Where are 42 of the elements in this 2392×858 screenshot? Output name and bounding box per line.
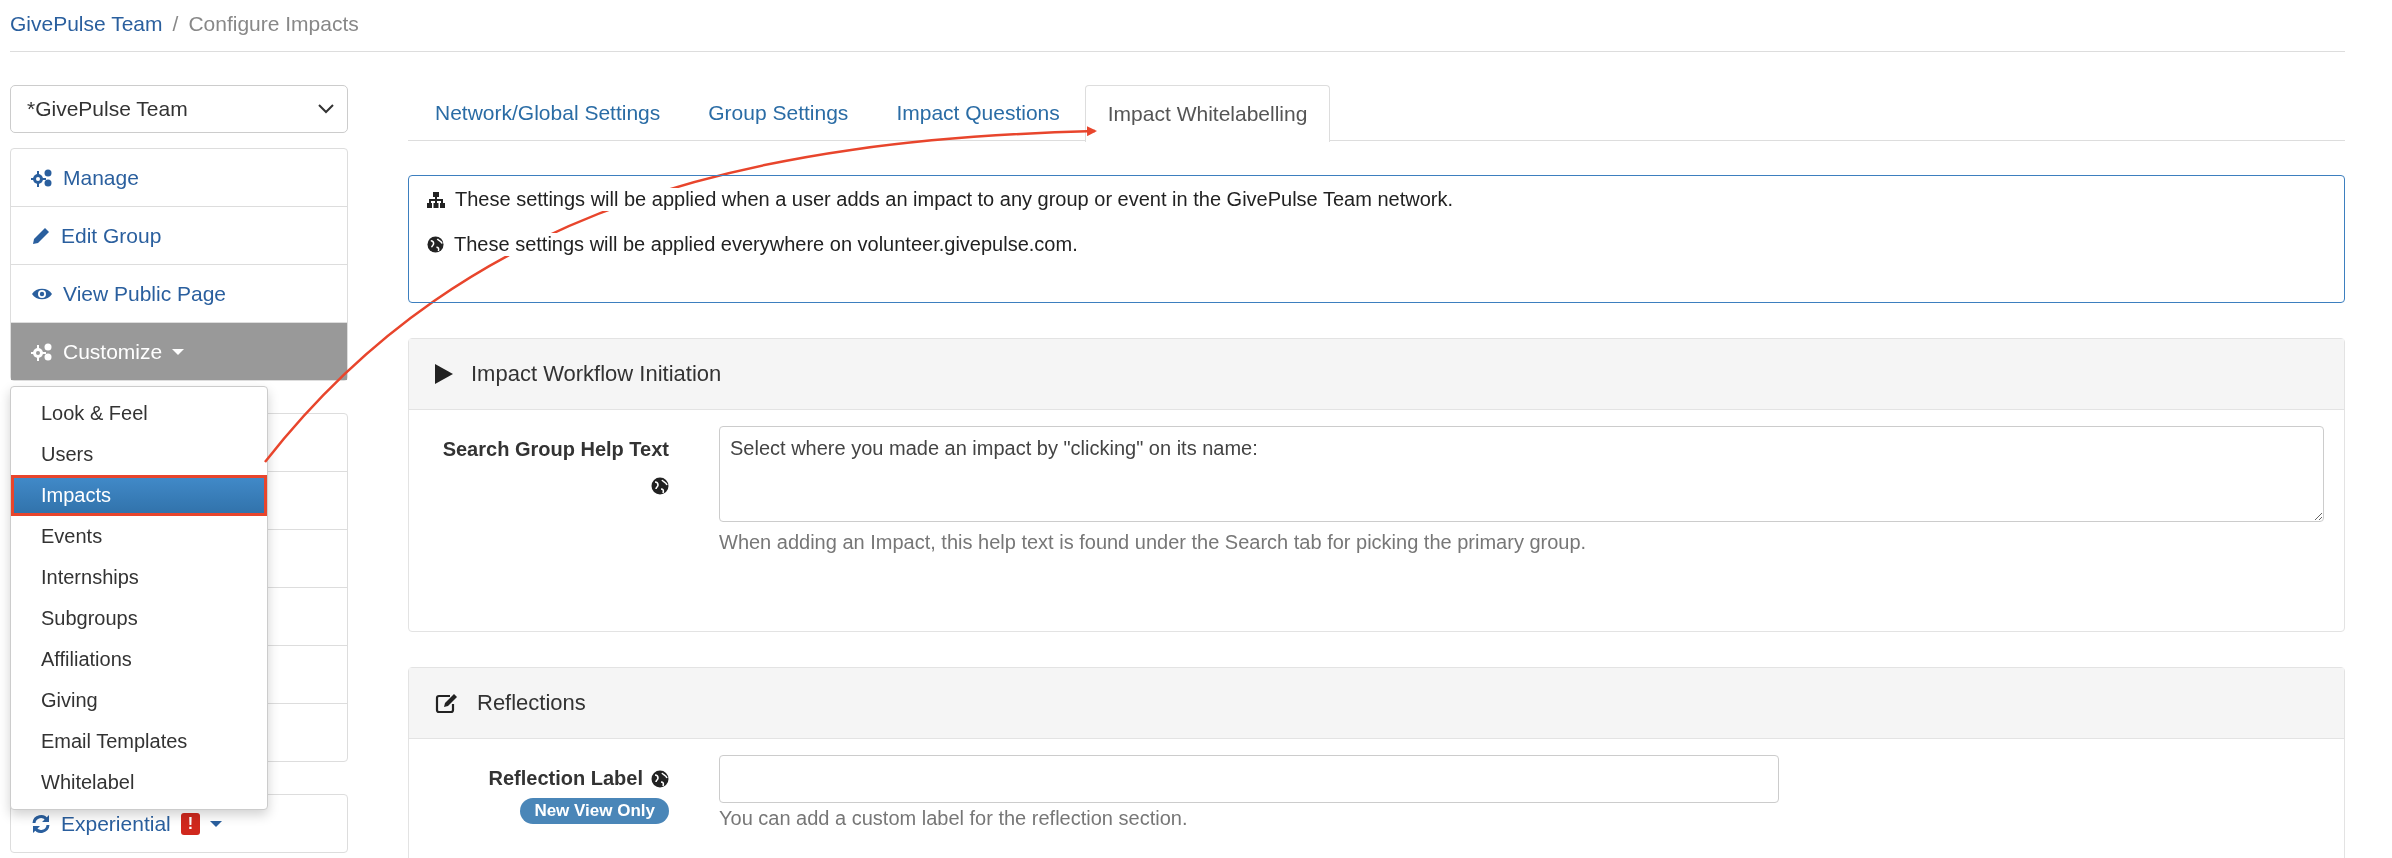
menu-item[interactable]: Events	[11, 516, 267, 557]
field-label: Reflection Label	[488, 767, 643, 790]
play-icon	[435, 364, 453, 384]
tab[interactable]: Impact Questions	[873, 85, 1083, 140]
breadcrumb-separator: /	[172, 11, 179, 36]
refresh-icon	[31, 813, 51, 834]
breadcrumb-current: Configure Impacts	[188, 11, 359, 36]
help-text-area[interactable]: Select where you made an impact by "clicking" on its name:	[719, 426, 2324, 522]
sidebar-nav-item[interactable]: Edit Group	[11, 207, 347, 265]
view-badge: New View Only	[520, 798, 669, 824]
help-text: When adding an Impact, this help text is found under the Search tab for picking the primary group.	[719, 531, 1588, 554]
tab[interactable]: Group Settings	[685, 85, 872, 140]
sidebar-nav-item[interactable]: Manage	[11, 149, 347, 207]
chevron-down-icon	[317, 103, 335, 115]
sidebar-nav-item[interactable]: Experiential !	[11, 795, 347, 852]
info-text: These settings will be applied everywhere on volunteer.givepulse.com.	[454, 233, 1078, 256]
caret-icon	[210, 819, 223, 828]
menu-item[interactable]: Users	[11, 434, 267, 475]
pencil-icon	[31, 225, 51, 246]
panel-title: Impact Workflow Initiation	[471, 361, 722, 387]
gears-icon	[31, 341, 53, 362]
group-select[interactable]: *GivePulse Team	[10, 85, 348, 133]
breadcrumb-link[interactable]: GivePulse Team	[10, 11, 163, 36]
menu-item[interactable]: Giving	[11, 680, 267, 721]
menu-item[interactable]: Affiliations	[11, 639, 267, 680]
input-field[interactable]	[719, 755, 1779, 803]
tab[interactable]: Impact Whitelabelling	[1084, 85, 1331, 142]
info-text: These settings will be applied when a user adds an impact to any group or event in the GivePulse Team network.	[455, 188, 1453, 211]
menu-item[interactable]: Subgroups	[11, 598, 267, 639]
globe-icon	[427, 236, 444, 253]
menu-item[interactable]: Look & Feel	[11, 393, 267, 434]
edit-icon	[435, 692, 459, 714]
menu-item[interactable]: Internships	[11, 557, 267, 598]
gears-icon	[31, 167, 53, 188]
menu-item[interactable]: Impacts	[11, 475, 267, 516]
sitemap-icon	[427, 191, 445, 208]
help-text: You can add a custom label for the reflection section.	[719, 807, 1189, 830]
panel-title: Reflections	[477, 690, 586, 716]
alert-badge: !	[180, 812, 201, 835]
tab[interactable]: Network/Global Settings	[412, 85, 684, 140]
field-label: Search Group Help Text	[442, 438, 669, 461]
menu-item[interactable]: Email Templates	[11, 721, 267, 762]
